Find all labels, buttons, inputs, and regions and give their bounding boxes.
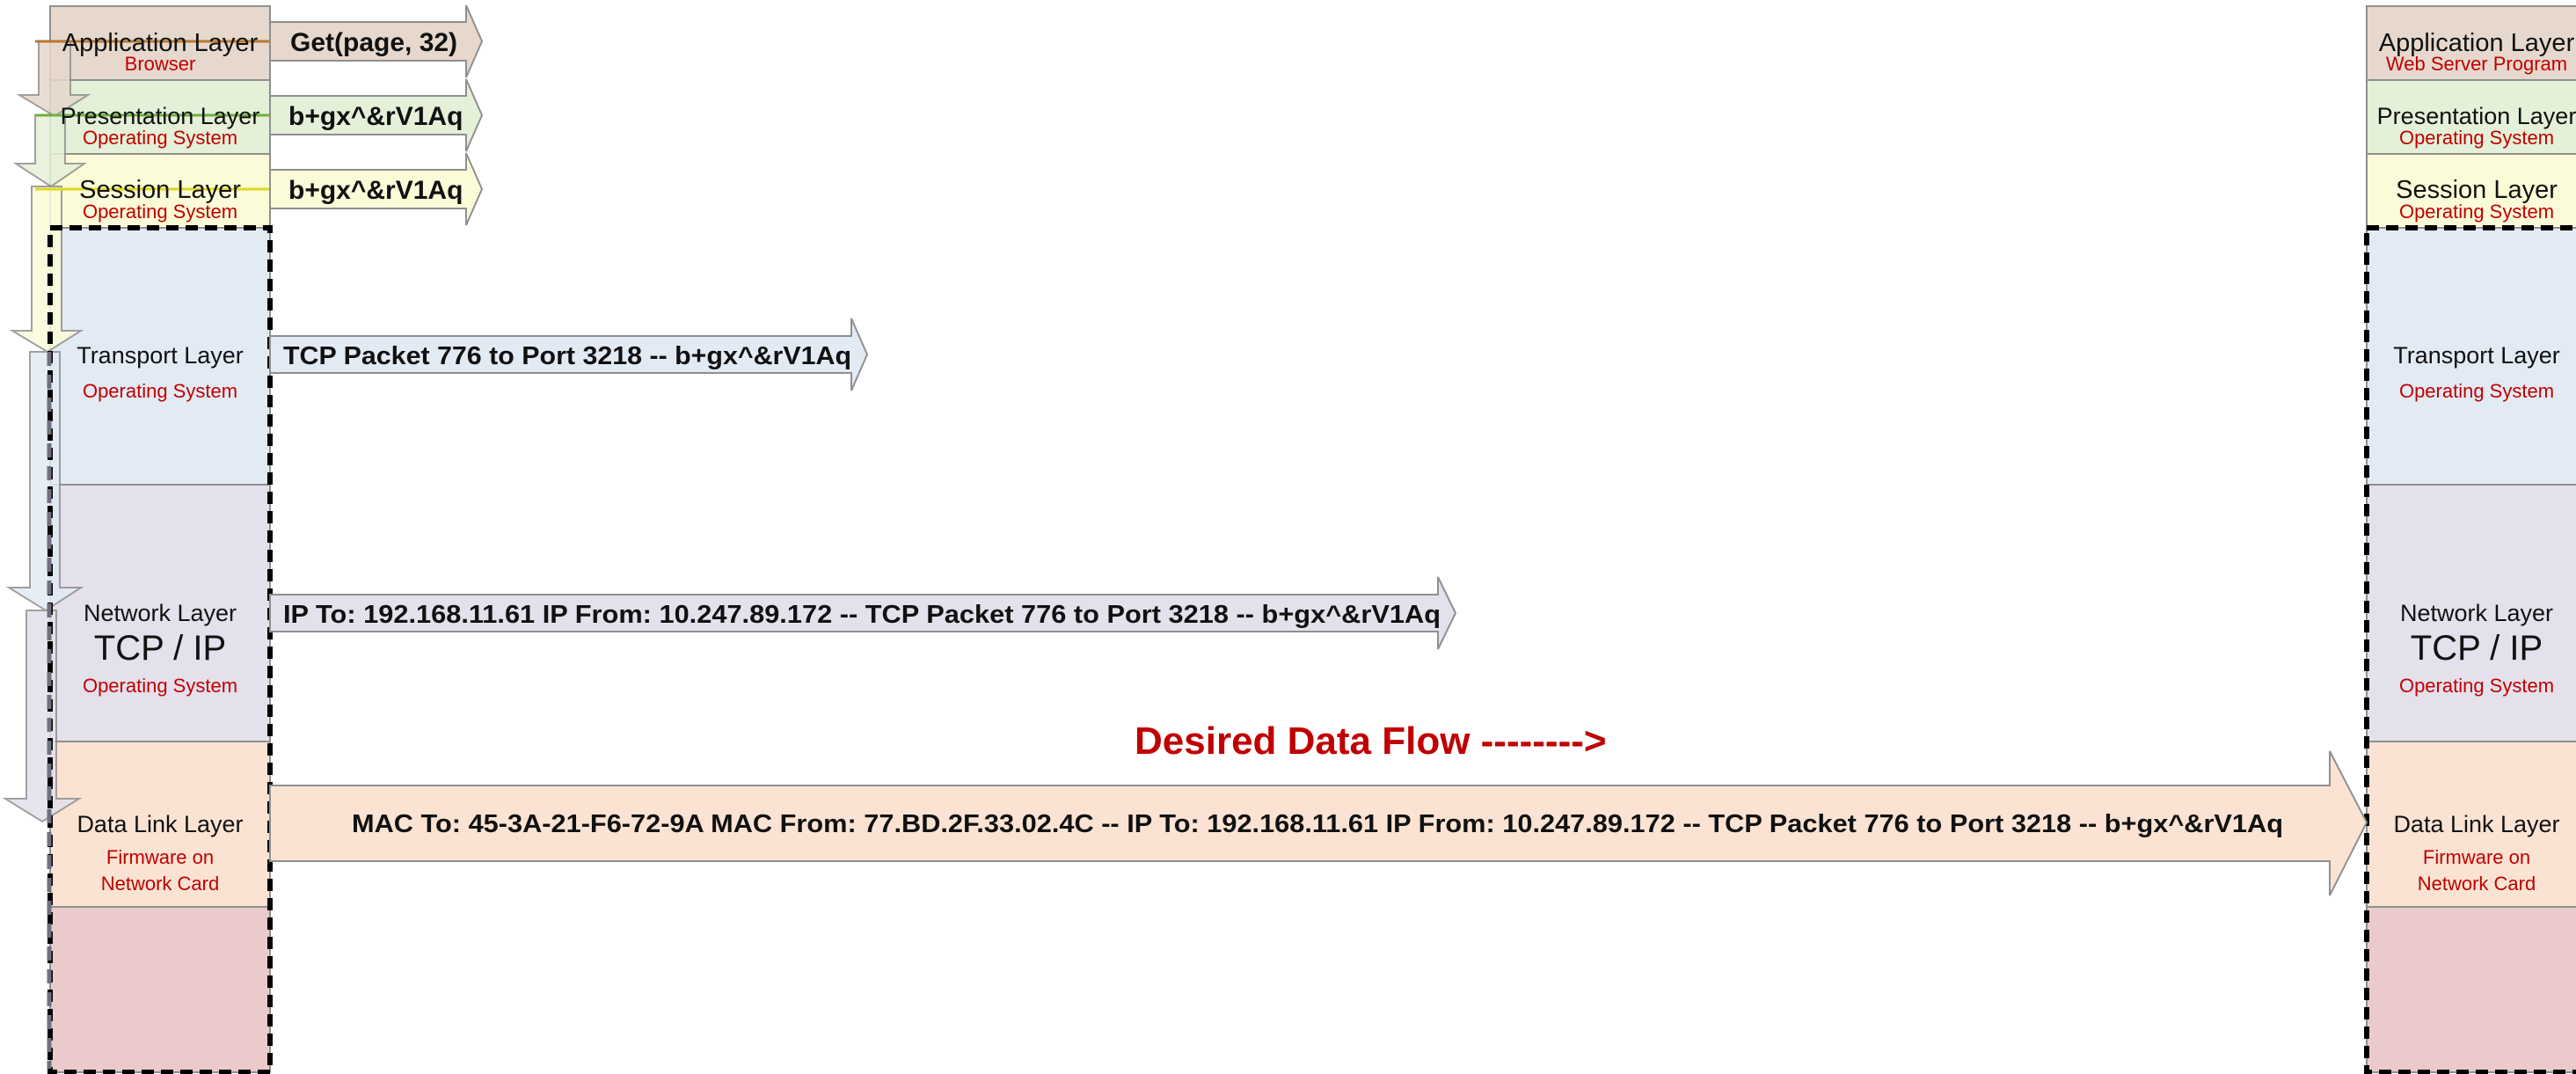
right-transport-layer-sub: Operating System [2399,380,2554,402]
right-session-layer-sub: Operating System [2399,201,2554,223]
left-layer-stack [49,5,271,1073]
left-application-layer-sub: Browser [125,53,196,75]
session-flow-label: b+gx^&rV1Aq [288,176,463,205]
right-network-layer-big: TCP / IP [2411,629,2543,668]
left-transport-layer-name: Transport Layer [77,342,244,369]
left-presentation-layer-name: Presentation Layer [61,103,260,129]
right-datalink-layer-name: Data Link Layer [2393,811,2559,837]
right-layer-stack [2366,5,2576,1073]
left-network-layer-name: Network Layer [84,600,237,626]
left-transport-layer-sub: Operating System [83,380,237,402]
application-flow-label: Get(page, 32) [290,28,457,57]
right-presentation-layer-name: Presentation Layer [2377,103,2576,129]
right-application-layer-sub: Web Server Program [2386,53,2567,75]
right-datalink-layer-sub1: Firmware on [2423,846,2530,868]
left-physical-layer-box [49,906,271,1073]
left-datalink-layer-sub1: Firmware on [106,846,214,868]
datalink-flow-label: MAC To: 45-3A-21-F6-72-9A MAC From: 77.B… [352,810,2283,838]
left-datalink-layer-name: Data Link Layer [77,811,243,837]
desired-data-flow-caption: Desired Data Flow --------> [1135,720,1607,763]
right-presentation-layer-sub: Operating System [2399,127,2554,149]
right-network-layer-name: Network Layer [2400,600,2553,626]
network-flow-label: IP To: 192.168.11.61 IP From: 10.247.89.… [283,601,1441,629]
left-network-layer-big: TCP / IP [94,629,226,668]
right-transport-layer-name: Transport Layer [2393,342,2560,369]
left-network-layer-sub: Operating System [83,675,237,697]
transport-flow-label: TCP Packet 776 to Port 3218 -- b+gx^&rV1… [283,342,851,370]
right-physical-layer-box [2366,906,2576,1073]
right-network-layer-sub: Operating System [2399,675,2554,697]
left-presentation-layer-sub: Operating System [83,127,237,149]
right-datalink-layer-sub2: Network Card [2418,873,2536,895]
presentation-flow-label: b+gx^&rV1Aq [288,102,463,131]
left-datalink-layer-sub2: Network Card [101,873,219,895]
left-session-layer-sub: Operating System [83,201,237,223]
